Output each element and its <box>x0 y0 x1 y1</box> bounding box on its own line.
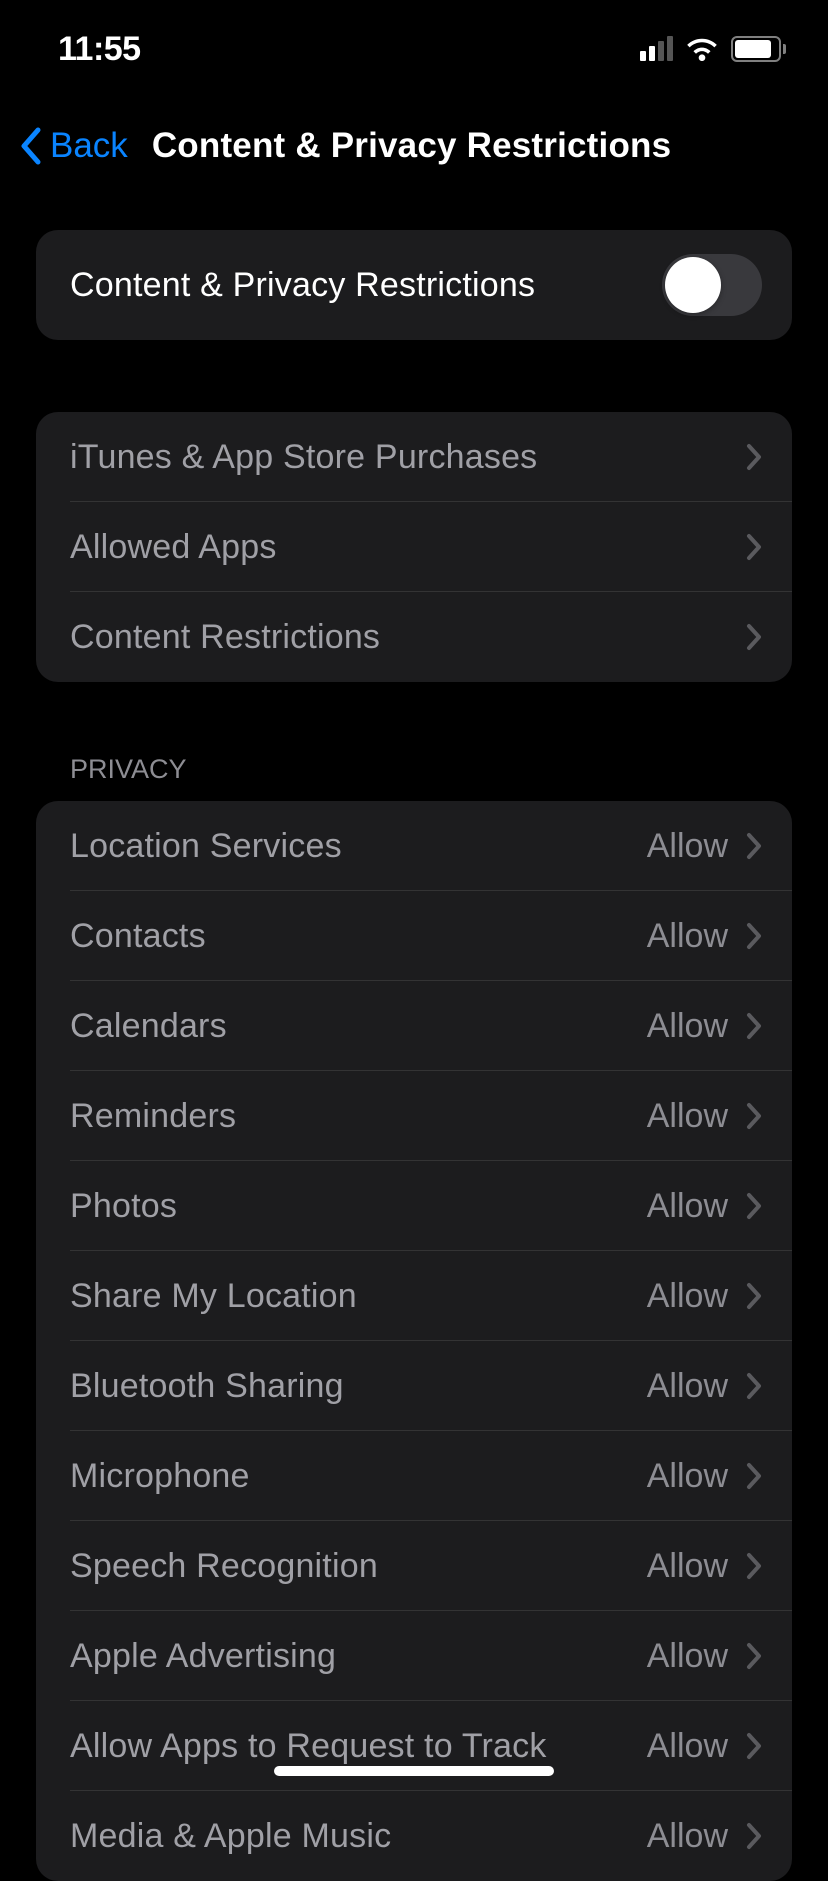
toggle-label: Content & Privacy Restrictions <box>70 266 535 305</box>
row-microphone[interactable]: Microphone Allow <box>36 1431 792 1521</box>
row-speech-recognition[interactable]: Speech Recognition Allow <box>36 1521 792 1611</box>
chevron-right-icon <box>746 922 762 950</box>
row-label: Apple Advertising <box>70 1637 336 1676</box>
row-right <box>746 623 762 651</box>
row-label: Reminders <box>70 1097 236 1136</box>
row-label: Allowed Apps <box>70 528 277 567</box>
row-right: Allow <box>647 1817 762 1856</box>
wifi-icon <box>685 37 719 61</box>
chevron-right-icon <box>746 1012 762 1040</box>
row-value: Allow <box>647 1817 728 1856</box>
row-value: Allow <box>647 1547 728 1586</box>
home-indicator[interactable] <box>274 1766 554 1776</box>
status-bar: 11:55 <box>0 0 828 98</box>
privacy-section: Privacy Location Services Allow Contacts Al… <box>36 754 792 1881</box>
content-privacy-toggle-row[interactable]: Content & Privacy Restrictions <box>36 230 792 340</box>
chevron-right-icon <box>746 533 762 561</box>
row-right: Allow <box>647 1097 762 1136</box>
row-itunes-app-store-purchases[interactable]: iTunes & App Store Purchases <box>36 412 792 502</box>
row-allowed-apps[interactable]: Allowed Apps <box>36 502 792 592</box>
row-location-services[interactable]: Location Services Allow <box>36 801 792 891</box>
row-label: Media & Apple Music <box>70 1817 391 1856</box>
battery-icon <box>731 36 786 62</box>
row-value: Allow <box>647 917 728 956</box>
row-contacts[interactable]: Contacts Allow <box>36 891 792 981</box>
chevron-right-icon <box>746 1822 762 1850</box>
row-value: Allow <box>647 1637 728 1676</box>
cellular-signal-icon <box>640 37 673 61</box>
row-photos[interactable]: Photos Allow <box>36 1161 792 1251</box>
row-allow-apps-to-request-to-track[interactable]: Allow Apps to Request to Track Allow <box>36 1701 792 1791</box>
row-media-apple-music[interactable]: Media & Apple Music Allow <box>36 1791 792 1881</box>
row-right: Allow <box>647 827 762 866</box>
row-right: Allow <box>647 1007 762 1046</box>
status-icons <box>640 36 786 62</box>
back-button[interactable]: Back <box>18 126 128 166</box>
row-share-my-location[interactable]: Share My Location Allow <box>36 1251 792 1341</box>
row-label: Photos <box>70 1187 177 1226</box>
row-label: Bluetooth Sharing <box>70 1367 344 1406</box>
content-privacy-switch[interactable] <box>662 254 762 316</box>
row-right <box>746 443 762 471</box>
chevron-right-icon <box>746 1372 762 1400</box>
row-value: Allow <box>647 1367 728 1406</box>
row-label: Share My Location <box>70 1277 357 1316</box>
general-section: iTunes & App Store Purchases Allowed Apps… <box>36 412 792 682</box>
chevron-right-icon <box>746 1102 762 1130</box>
chevron-right-icon <box>746 1462 762 1490</box>
row-right <box>746 533 762 561</box>
chevron-right-icon <box>746 1552 762 1580</box>
row-reminders[interactable]: Reminders Allow <box>36 1071 792 1161</box>
back-label: Back <box>50 126 128 166</box>
chevron-right-icon <box>746 1282 762 1310</box>
row-label: Location Services <box>70 827 342 866</box>
chevron-right-icon <box>746 443 762 471</box>
row-bluetooth-sharing[interactable]: Bluetooth Sharing Allow <box>36 1341 792 1431</box>
row-label: Allow Apps to Request to Track <box>70 1727 547 1766</box>
row-right: Allow <box>647 1277 762 1316</box>
row-label: Speech Recognition <box>70 1547 378 1586</box>
switch-knob <box>665 257 721 313</box>
status-time: 11:55 <box>58 30 141 69</box>
row-value: Allow <box>647 1097 728 1136</box>
row-label: Contacts <box>70 917 206 956</box>
chevron-left-icon <box>18 126 42 166</box>
row-right: Allow <box>647 917 762 956</box>
chevron-right-icon <box>746 623 762 651</box>
privacy-header: Privacy <box>36 754 792 801</box>
chevron-right-icon <box>746 1642 762 1670</box>
row-value: Allow <box>647 827 728 866</box>
row-content-restrictions[interactable]: Content Restrictions <box>36 592 792 682</box>
row-value: Allow <box>647 1277 728 1316</box>
row-right: Allow <box>647 1547 762 1586</box>
row-right: Allow <box>647 1367 762 1406</box>
chevron-right-icon <box>746 1192 762 1220</box>
chevron-right-icon <box>746 1732 762 1760</box>
row-apple-advertising[interactable]: Apple Advertising Allow <box>36 1611 792 1701</box>
row-right: Allow <box>647 1727 762 1766</box>
row-value: Allow <box>647 1457 728 1496</box>
row-right: Allow <box>647 1187 762 1226</box>
row-value: Allow <box>647 1727 728 1766</box>
chevron-right-icon <box>746 832 762 860</box>
row-calendars[interactable]: Calendars Allow <box>36 981 792 1071</box>
row-value: Allow <box>647 1187 728 1226</box>
toggle-section: Content & Privacy Restrictions <box>36 230 792 340</box>
page-title: Content & Privacy Restrictions <box>152 126 671 166</box>
navigation-bar: Back Content & Privacy Restrictions <box>0 98 828 194</box>
row-label: iTunes & App Store Purchases <box>70 438 537 477</box>
row-label: Microphone <box>70 1457 250 1496</box>
row-label: Calendars <box>70 1007 227 1046</box>
row-right: Allow <box>647 1637 762 1676</box>
row-value: Allow <box>647 1007 728 1046</box>
row-right: Allow <box>647 1457 762 1496</box>
row-label: Content Restrictions <box>70 618 380 657</box>
